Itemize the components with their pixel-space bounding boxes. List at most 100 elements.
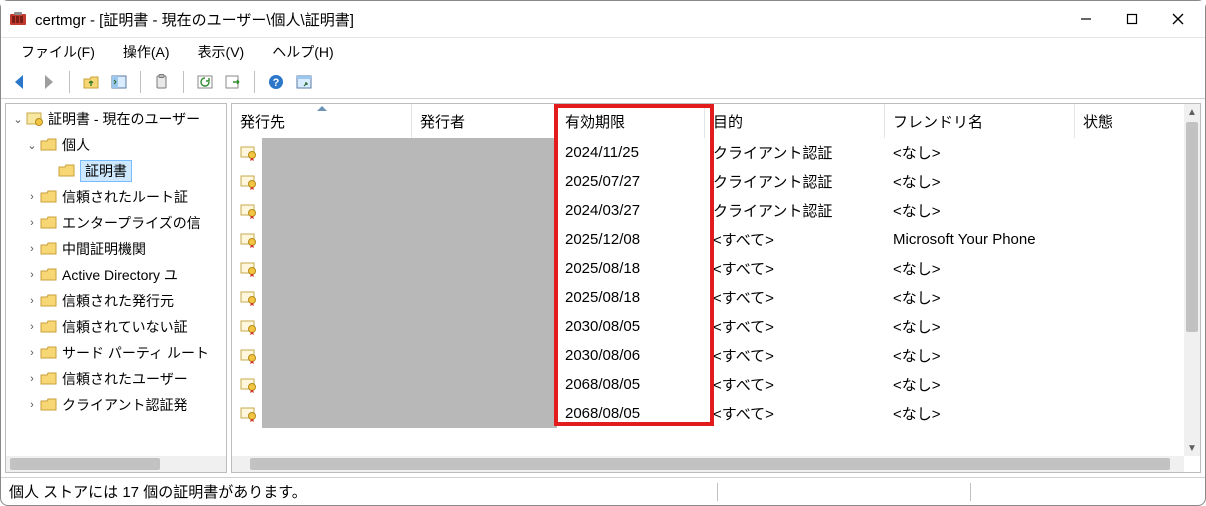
tree-root[interactable]: ⌄ 証明書 - 現在のユーザー — [6, 106, 226, 132]
tree-node[interactable]: 証明書 — [6, 158, 226, 184]
folder-icon — [40, 397, 62, 413]
redacted-text — [412, 196, 557, 225]
tree-node-label: 信頼された発行元 — [62, 291, 174, 311]
tree-node[interactable]: ›信頼されていない証 — [6, 314, 226, 340]
tree-node[interactable]: ›クライアント認証発 — [6, 392, 226, 418]
redacted-text — [412, 341, 557, 370]
copy-button[interactable] — [149, 69, 175, 95]
cell-expiry: 2025/08/18 — [557, 254, 705, 283]
expand-icon[interactable]: › — [24, 371, 40, 387]
certificate-icon — [240, 261, 262, 277]
table-row[interactable]: 2068/08/05<すべて><なし> — [232, 370, 1200, 399]
cell-issued-to — [232, 196, 412, 225]
expand-icon[interactable]: › — [24, 215, 40, 231]
scroll-up-icon[interactable]: ▲ — [1184, 104, 1200, 120]
tree-node[interactable]: ›信頼されたルート証 — [6, 184, 226, 210]
list-body[interactable]: 2024/11/25クライアント認証<なし>2025/07/27クライアント認証… — [232, 138, 1200, 472]
tree-node[interactable]: ›信頼されたユーザー — [6, 366, 226, 392]
column-status[interactable]: 状態 — [1075, 104, 1200, 138]
cell-friendly: <なし> — [885, 196, 1075, 225]
help-button[interactable]: ? — [263, 69, 289, 95]
tree-node[interactable]: ›中間証明機関 — [6, 236, 226, 262]
tree[interactable]: ⌄ 証明書 - 現在のユーザー ⌄個人証明書›信頼されたルート証›エンタープライ… — [6, 104, 226, 456]
tree-node[interactable]: › サード パーティ ルート — [6, 340, 226, 366]
cell-expiry: 2024/11/25 — [557, 138, 705, 167]
redacted-text — [412, 254, 557, 283]
close-button[interactable] — [1155, 4, 1201, 34]
maximize-button[interactable] — [1109, 4, 1155, 34]
show-hide-tree-button[interactable] — [106, 69, 132, 95]
cell-purpose: <すべて> — [705, 370, 885, 399]
cell-status — [1075, 167, 1200, 196]
tree-hscrollbar[interactable] — [6, 456, 226, 472]
expand-icon[interactable]: › — [24, 241, 40, 257]
table-row[interactable]: 2025/08/18<すべて><なし> — [232, 254, 1200, 283]
table-row[interactable]: 2030/08/06<すべて><なし> — [232, 341, 1200, 370]
column-expiry[interactable]: 有効期限 — [557, 104, 705, 138]
certificate-icon — [240, 203, 262, 219]
svg-text:?: ? — [273, 77, 280, 89]
table-row[interactable]: 2068/08/05<すべて><なし> — [232, 399, 1200, 428]
list-vscrollbar[interactable]: ▲ ▼ — [1184, 104, 1200, 456]
tree-node-label: サード パーティ ルート — [62, 343, 209, 363]
table-row[interactable]: 2025/12/08<すべて>Microsoft Your Phone — [232, 225, 1200, 254]
cell-purpose: <すべて> — [705, 283, 885, 312]
cell-expiry: 2025/12/08 — [557, 225, 705, 254]
table-row[interactable]: 2024/11/25クライアント認証<なし> — [232, 138, 1200, 167]
table-row[interactable]: 2030/08/05<すべて><なし> — [232, 312, 1200, 341]
tree-root-label: 証明書 - 現在のユーザー — [48, 109, 200, 129]
menu-file[interactable]: ファイル(F) — [7, 40, 109, 64]
window-title: certmgr - [証明書 - 現在のユーザー\個人\証明書] — [35, 9, 1063, 30]
list-hscrollbar[interactable] — [232, 456, 1184, 472]
expand-icon[interactable]: › — [24, 345, 40, 361]
back-button[interactable] — [7, 69, 33, 95]
expand-icon[interactable]: › — [24, 267, 40, 283]
menu-help[interactable]: ヘルプ(H) — [258, 40, 347, 64]
cell-issuer — [412, 196, 557, 225]
certificate-icon — [240, 377, 262, 393]
toolbar-separator — [140, 71, 141, 93]
redacted-text — [262, 370, 412, 399]
cell-issued-to — [232, 312, 412, 341]
redacted-text — [262, 312, 412, 341]
tree-node-label: エンタープライズの信 — [62, 213, 201, 233]
expand-icon[interactable]: › — [24, 397, 40, 413]
menu-view[interactable]: 表示(V) — [184, 40, 259, 64]
certificate-icon — [240, 348, 262, 364]
expand-icon[interactable]: › — [24, 293, 40, 309]
collapse-icon[interactable]: ⌄ — [24, 137, 40, 153]
tree-node[interactable]: › 信頼された発行元 — [6, 288, 226, 314]
column-purpose[interactable]: 目的 — [705, 104, 885, 138]
up-button[interactable] — [78, 69, 104, 95]
column-issued-to[interactable]: 発行先 — [232, 104, 412, 138]
cell-purpose: <すべて> — [705, 254, 885, 283]
table-row[interactable]: 2024/03/27クライアント認証<なし> — [232, 196, 1200, 225]
minimize-button[interactable] — [1063, 4, 1109, 34]
table-row[interactable]: 2025/07/27クライアント認証<なし> — [232, 167, 1200, 196]
new-window-button[interactable] — [291, 69, 317, 95]
main-area: ⌄ 証明書 - 現在のユーザー ⌄個人証明書›信頼されたルート証›エンタープライ… — [1, 99, 1205, 477]
export-button[interactable] — [220, 69, 246, 95]
cell-expiry: 2025/07/27 — [557, 167, 705, 196]
cell-expiry: 2024/03/27 — [557, 196, 705, 225]
certificate-icon — [240, 319, 262, 335]
forward-button[interactable] — [35, 69, 61, 95]
column-issuer[interactable]: 発行者 — [412, 104, 557, 138]
folder-icon — [40, 371, 62, 387]
redacted-text — [262, 341, 412, 370]
cell-purpose: <すべて> — [705, 399, 885, 428]
expand-icon[interactable]: › — [24, 189, 40, 205]
certificate-icon — [240, 174, 262, 190]
toolbar-separator — [183, 71, 184, 93]
menu-action[interactable]: 操作(A) — [109, 40, 184, 64]
tree-node[interactable]: › エンタープライズの信 — [6, 210, 226, 236]
table-row[interactable]: 2025/08/18<すべて><なし> — [232, 283, 1200, 312]
expand-icon[interactable]: › — [24, 319, 40, 335]
tree-node[interactable]: ⌄個人 — [6, 132, 226, 158]
column-friendly[interactable]: フレンドリ名 — [885, 104, 1075, 138]
refresh-button[interactable] — [192, 69, 218, 95]
scroll-down-icon[interactable]: ▼ — [1184, 440, 1200, 456]
redacted-text — [412, 167, 557, 196]
collapse-icon[interactable]: ⌄ — [10, 111, 26, 127]
tree-node[interactable]: ›Active Directory ユ — [6, 262, 226, 288]
